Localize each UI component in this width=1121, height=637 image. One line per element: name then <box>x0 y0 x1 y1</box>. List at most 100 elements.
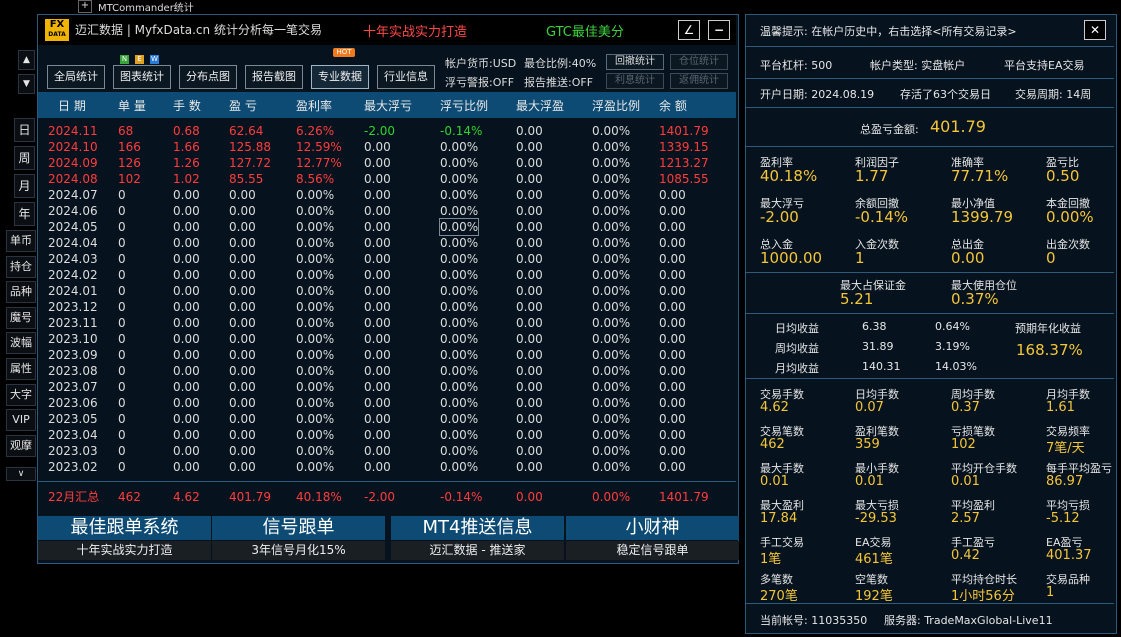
new-badge-n: N <box>120 55 129 64</box>
leverage: 平台杠杆: 500 <box>760 59 833 72</box>
col-profit-rate: 12.59% <box>296 140 342 154</box>
col-float-loss-ratio: 0.00% <box>440 284 479 298</box>
sidebar-period-0[interactable]: 日 <box>14 118 35 142</box>
scroll-up-icon[interactable]: ▲ <box>18 50 35 70</box>
rebate-stats-button[interactable]: 返佣统计 <box>670 73 728 89</box>
promo-title-2[interactable]: MT4推送信息 <box>391 516 564 540</box>
promo-title-0[interactable]: 最佳跟单系统 <box>38 516 211 540</box>
sidebar-item-0[interactable]: 单币 <box>6 230 36 252</box>
sidebar-item-4[interactable]: 波幅 <box>6 332 36 355</box>
col-profit-rate: 0.00% <box>296 412 335 426</box>
sidebar-item-8[interactable]: 观摩 <box>6 434 36 457</box>
col-profit-rate: 0.00% <box>296 220 335 234</box>
sidebar-item-6[interactable]: 大字 <box>6 383 36 406</box>
pro-data-button[interactable]: 专业数据 <box>311 65 369 89</box>
sidebar-item-1[interactable]: 持仓 <box>6 255 36 278</box>
header-col-lots: 手 数 <box>173 99 201 113</box>
col-float-loss-ratio: 0.00% <box>440 396 479 410</box>
col-lots: 0.00 <box>173 188 200 202</box>
col-balance: 1401.79 <box>659 124 709 138</box>
sidebar-period-2[interactable]: 月 <box>14 174 35 198</box>
col-float-loss-ratio: 0.00% <box>440 412 479 426</box>
col-float-profit-ratio: 0.00% <box>592 284 631 298</box>
global-stats-button[interactable]: 全局统计 <box>47 65 105 89</box>
expand-plus-icon[interactable]: + <box>78 0 92 13</box>
promo-subtitle-3[interactable]: 稳定信号跟单 <box>566 541 739 560</box>
col-profit-rate: 0.00% <box>296 332 335 346</box>
promo-subtitle-2[interactable]: 迈汇数据 - 推送家 <box>391 541 564 560</box>
chart-stats-button[interactable]: 图表统计 <box>113 65 171 89</box>
sidebar-item-2[interactable]: 品种 <box>6 281 36 304</box>
col-lots: 0.00 <box>173 204 200 218</box>
col-max-float-profit: 0.00 <box>516 412 543 426</box>
report-push-setting[interactable]: 报告推送:OFF <box>524 74 593 90</box>
col-max-float-loss: 0.00 <box>364 380 391 394</box>
col-float-loss-ratio: 0.00% <box>440 268 479 282</box>
report-screenshot-button[interactable]: 报告截图 <box>245 65 303 89</box>
promo-title-1[interactable]: 信号跟单 <box>212 516 385 540</box>
promo-title-3[interactable]: 小财神 <box>566 516 739 540</box>
col-pl: 0.00 <box>229 220 256 234</box>
sidebar-item-7[interactable]: VIP <box>6 409 36 432</box>
col-max-float-profit: 0.00 <box>516 300 543 314</box>
max-position-ratio: 最仓比例:40% <box>524 57 597 70</box>
col-pl: 0.00 <box>229 316 256 330</box>
stat-value: 192笔 <box>855 589 893 604</box>
col-balance: 0.00 <box>659 348 686 362</box>
account-number: 当前帐号: 11035350 <box>760 614 868 627</box>
annual-return-label: 预期年化收益 <box>1015 322 1081 335</box>
float-loss-alert[interactable]: 浮亏警报:OFF <box>445 74 514 90</box>
margin-value: 0.37% <box>951 290 999 308</box>
stat-value: 0.42 <box>951 548 980 563</box>
col-orders: 0 <box>118 284 126 298</box>
industry-info-button[interactable]: 行业信息 <box>377 65 435 89</box>
col-float-loss-ratio: 0.00% <box>440 428 479 442</box>
col-float-loss-ratio: 0.00% <box>440 348 479 362</box>
table-row: 2024.01 0 0.00 0.00 0.00% 0.00 0.00% 0.00 0.00% 0… <box>38 283 736 299</box>
col-max-float-profit: 0.00 <box>516 172 543 186</box>
col-float-loss-ratio: 0.00% <box>440 332 479 346</box>
stat-value: 40.18% <box>760 167 818 185</box>
header-col-float-profit-ratio: 浮盈比例 <box>592 99 641 113</box>
promo-subtitle-1[interactable]: 3年信号月化15% <box>212 541 385 560</box>
col-date: 2024.04 <box>48 236 98 250</box>
scroll-down-icon[interactable]: ▼ <box>18 74 35 94</box>
table-row: 2024.05 0 0.00 0.00 0.00% 0.00 0.00% 0.00 0.00% 0… <box>38 218 736 236</box>
col-lots: 0.00 <box>173 220 200 234</box>
col-float-profit-ratio: 0.00% <box>592 220 631 234</box>
stored-days: 存活了63个交易日 <box>900 88 991 101</box>
col-pl: 0.00 <box>229 332 256 346</box>
col-pl: 127.72 <box>229 156 271 170</box>
col-float-loss-ratio: 0.00% <box>440 172 479 186</box>
minimize-button[interactable]: − <box>708 20 730 40</box>
col-date: 2024.09 <box>48 156 98 170</box>
sidebar-item-3[interactable]: 魔号 <box>6 306 36 329</box>
stat-value: 0.37 <box>951 400 980 415</box>
sidebar-period-1[interactable]: 周 <box>14 146 35 170</box>
edit-button[interactable]: ∠ <box>678 20 700 40</box>
promo-subtitle-0[interactable]: 十年实战实力打造 <box>38 541 211 560</box>
table-row: 2023.05 0 0.00 0.00 0.00% 0.00 0.00% 0.00 0.00% 0… <box>38 411 736 427</box>
col-max-float-profit: 0.00 <box>516 348 543 362</box>
col-balance: 0.00 <box>659 188 686 202</box>
sidebar-item-5[interactable]: 属性 <box>6 358 36 380</box>
col-balance: 0.00 <box>659 316 686 330</box>
distribution-chart-button[interactable]: 分布点图 <box>179 65 237 89</box>
col-pl: 85.55 <box>229 172 264 186</box>
table-row: 2023.03 0 0.00 0.00 0.00% 0.00 0.00% 0.00 0.00% 0… <box>38 443 736 459</box>
col-max-float-profit: 0.00 <box>516 252 543 266</box>
sidebar-more-icon[interactable]: ∨ <box>6 467 36 481</box>
col-profit-rate: 6.26% <box>296 124 335 138</box>
drawdown-stats-button[interactable]: 回撤统计 <box>606 54 664 70</box>
col-profit-rate: 0.00% <box>296 444 335 458</box>
close-icon[interactable]: ✕ <box>1084 20 1106 40</box>
col-orders: 68 <box>118 124 134 138</box>
avg-amount: 140.31 <box>862 360 901 373</box>
col-balance: 0.00 <box>659 252 686 266</box>
position-stats-button[interactable]: 仓位统计 <box>670 54 728 70</box>
interest-stats-button[interactable]: 利息统计 <box>606 73 664 89</box>
sidebar-period-3[interactable]: 年 <box>14 202 35 226</box>
stat-value: 1.61 <box>1046 400 1075 415</box>
col-lots: 0.00 <box>173 412 200 426</box>
col-balance: 1213.27 <box>659 156 709 170</box>
